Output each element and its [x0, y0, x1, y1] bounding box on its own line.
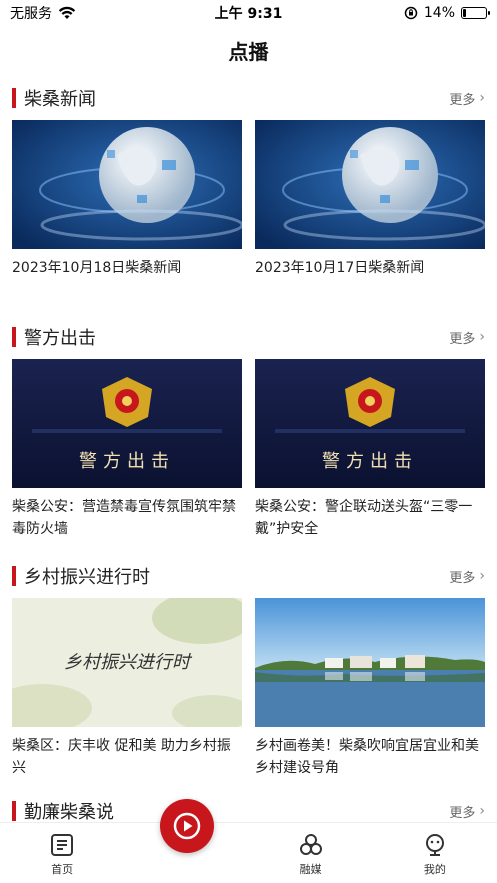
thumbnail-overlay-text: 乡村振兴进行时 [64, 652, 190, 673]
more-button[interactable]: 更多 › [449, 567, 485, 586]
wifi-icon [58, 6, 76, 19]
video-card[interactable]: 乡村振兴进行时 柴桑区：庆丰收 促和美 助力乡村振兴 [12, 598, 242, 781]
news-icon [51, 834, 74, 856]
status-bar: 无服务 上午 9:31 14% [0, 0, 497, 26]
more-button[interactable]: 更多 › [449, 802, 485, 821]
video-card[interactable]: 警方出击 柴桑公安：警企联动送头盔“三零一戴”护安全 [255, 359, 485, 542]
tab-home[interactable]: 首页 [17, 832, 107, 877]
police-thumbnail: 警方出击 [255, 359, 485, 488]
section-integrity: 勤廉柴桑说 更多 › [0, 793, 497, 822]
thumbnail-overlay-text: 警方出击 [79, 451, 175, 472]
video-card[interactable]: 警方出击 柴桑公安：营造禁毒宣传氛围筑牢禁毒防火墙 [12, 359, 242, 542]
tab-media[interactable]: 融媒 [266, 832, 356, 877]
tab-label: 我的 [423, 863, 446, 876]
section-title: 乡村振兴进行时 [24, 567, 150, 588]
video-card[interactable]: 乡村画卷美！柴桑吹响宜居宜业和美乡村建设号角 [255, 598, 485, 781]
chevron-right-icon: › [479, 803, 485, 819]
tab-bar: 首页 融媒 我的 [0, 822, 497, 883]
page-title: 点播 [228, 40, 269, 64]
chevron-right-icon: › [479, 90, 485, 106]
battery-percent: 14% [423, 5, 455, 21]
village-thumbnail [255, 598, 485, 727]
section-chaisang-news: 柴桑新闻 更多 › 2023年10月18日柴桑新闻 2023年10月17日柴桑新… [0, 80, 497, 303]
more-button[interactable]: 更多 › [449, 89, 485, 108]
tab-label: 融媒 [299, 863, 322, 876]
police-thumbnail: 警方出击 [12, 359, 242, 488]
vod-play-button[interactable] [160, 799, 214, 853]
more-label: 更多 [449, 92, 476, 108]
thumbnail-overlay-text: 警方出击 [322, 451, 418, 472]
chevron-right-icon: › [479, 329, 485, 345]
carrier-text: 无服务 [10, 6, 52, 22]
video-title: 柴桑区：庆丰收 促和美 助力乡村振兴 [12, 738, 231, 776]
video-title: 2023年10月18日柴桑新闻 [12, 260, 182, 276]
tab-profile[interactable]: 我的 [390, 832, 480, 877]
video-title: 2023年10月17日柴桑新闻 [255, 260, 425, 276]
section-police: 警方出击 更多 › 警方出击 柴桑公安：营造禁毒宣传氛围筑牢禁毒防火墙 警方出击… [0, 319, 497, 542]
video-card[interactable]: 2023年10月18日柴桑新闻 [12, 120, 242, 303]
section-rural-revitalization: 乡村振兴进行时 更多› 乡村振兴进行时 柴桑区：庆丰收 促和美 助力乡村振兴 [0, 558, 497, 781]
calligraphy-thumbnail: 乡村振兴进行时 [12, 598, 242, 727]
more-label: 更多 [449, 805, 476, 821]
battery-icon [461, 7, 490, 19]
tab-label: 首页 [51, 863, 74, 876]
more-button[interactable]: 更多 › [449, 328, 485, 347]
section-marker [12, 566, 16, 586]
chevron-right-icon: › [479, 568, 485, 584]
video-title: 乡村画卷美！柴桑吹响宜居宜业和美乡村建设号角 [255, 738, 479, 776]
more-label: 更多 [449, 570, 476, 586]
section-title: 勤廉柴桑说 [24, 802, 114, 822]
section-marker [12, 88, 16, 108]
section-title: 警方出击 [24, 328, 96, 349]
video-title: 柴桑公安：警企联动送头盔“三零一戴”护安全 [255, 499, 473, 537]
globe-thumbnail [255, 120, 485, 249]
section-marker [12, 327, 16, 347]
globe-thumbnail [12, 120, 242, 249]
content-scroll[interactable]: 柴桑新闻 更多 › 2023年10月18日柴桑新闻 2023年10月17日柴桑新… [0, 80, 497, 822]
video-card[interactable]: 2023年10月17日柴桑新闻 [255, 120, 485, 303]
more-label: 更多 [449, 331, 476, 347]
video-title: 柴桑公安：营造禁毒宣传氛围筑牢禁毒防火墙 [12, 499, 236, 537]
section-marker [12, 801, 16, 821]
play-icon [173, 812, 201, 840]
profile-icon [425, 834, 444, 856]
orientation-lock-icon [404, 6, 418, 20]
section-title: 柴桑新闻 [24, 89, 96, 110]
media-icon [299, 834, 322, 855]
